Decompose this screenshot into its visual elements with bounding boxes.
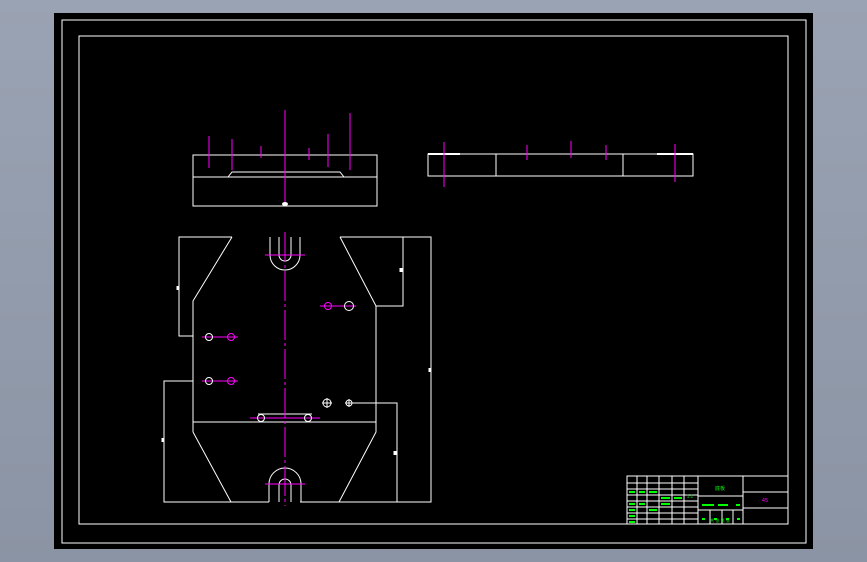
front-view-center-mark: [282, 202, 288, 206]
title-block-material: 45: [762, 498, 768, 504]
drawing-canvas: [54, 13, 813, 549]
title-block-scale: 1:1: [687, 494, 694, 499]
cad-drawing-viewport[interactable]: 底板 45 1:1 共 张 第 张: [0, 0, 867, 562]
title-block-part-name: 底板: [715, 485, 725, 492]
title-block-sheet: 共 张 第 张: [710, 517, 730, 523]
